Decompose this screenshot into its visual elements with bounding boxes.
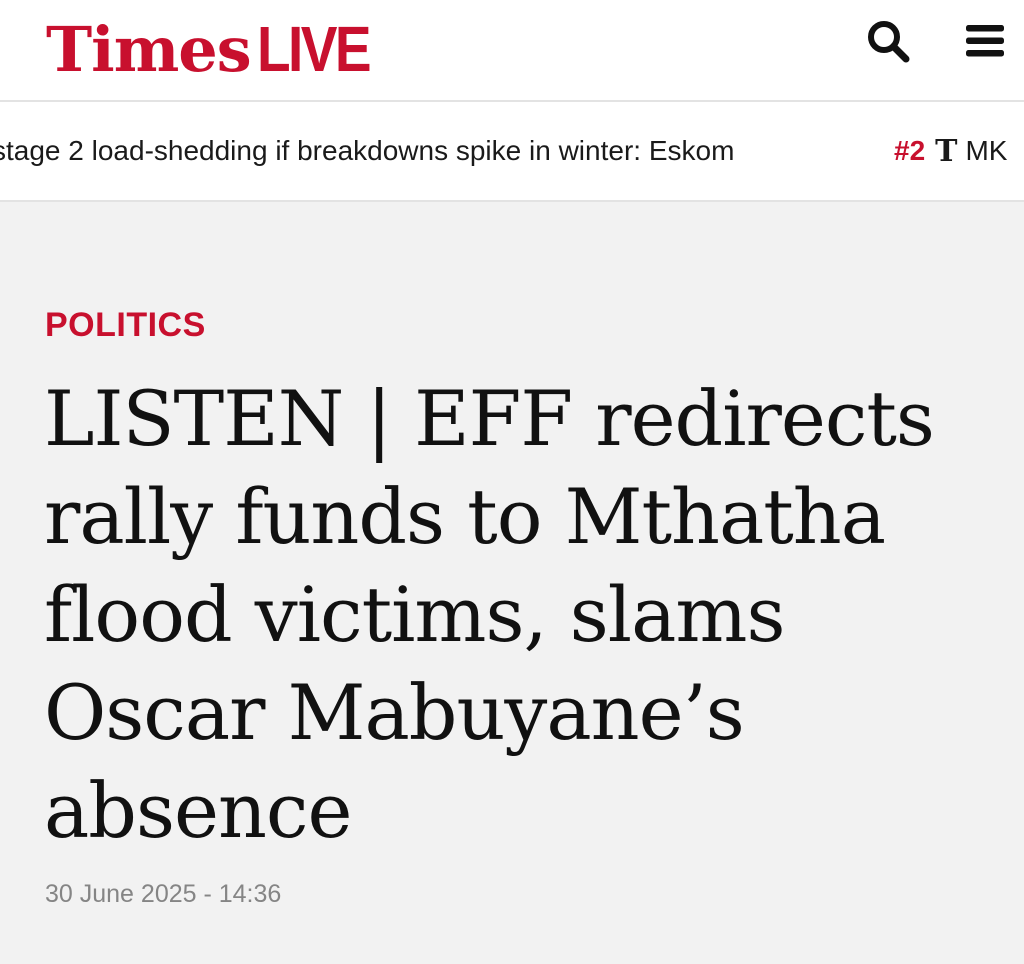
menu-button[interactable] — [960, 16, 1010, 66]
ticker-item-number: #2 — [894, 135, 926, 166]
search-button[interactable] — [863, 16, 913, 66]
ticker-item[interactable]: #2 T MK — [894, 134, 1007, 169]
timeslive-logo[interactable]: Times LIVE — [46, 4, 387, 94]
site-header: Times LIVE — [0, 0, 1024, 100]
ticker-item-text: MK — [965, 135, 1008, 166]
article-headline: LISTEN | EFF redirects rally funds to Mt… — [44, 374, 935, 855]
logo-live-text: LIVE — [256, 13, 372, 85]
category-link[interactable]: POLITICS — [45, 306, 206, 345]
logo-times-text: Times — [46, 12, 252, 86]
hamburger-menu-icon — [966, 25, 1004, 57]
ticker-item-text: stage 2 load-shedding if breakdowns spik… — [0, 135, 735, 166]
search-icon — [868, 21, 910, 63]
times-t-logo-icon: T — [935, 133, 958, 169]
ticker-track: stage 2 load-shedding if breakdowns spik… — [0, 102, 1007, 200]
news-ticker: stage 2 load-shedding if breakdowns spik… — [0, 100, 1024, 202]
article-date: 30 June 2025 - 14:36 — [45, 880, 282, 908]
ticker-item[interactable]: stage 2 load-shedding if breakdowns spik… — [0, 135, 894, 167]
